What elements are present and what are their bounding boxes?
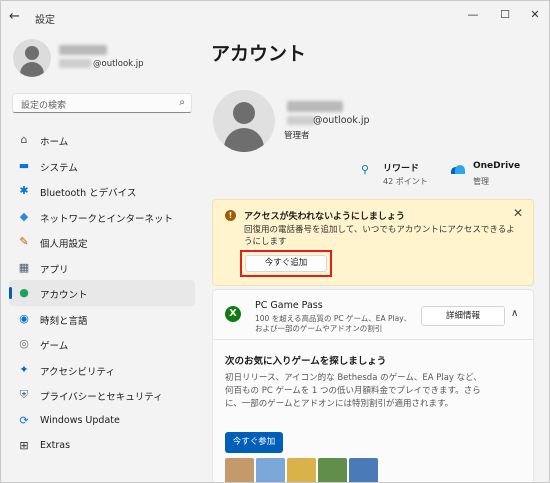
sidebar-item-11[interactable]: ⟳ Windows Update xyxy=(9,408,195,434)
blurred-account-email xyxy=(287,116,315,125)
account-email: @outlook.jp xyxy=(313,115,370,126)
search-icon: ⌕ xyxy=(179,97,185,108)
accessibility-icon: ✦ xyxy=(19,362,29,376)
sidebar-item-12[interactable]: ⊞ Extras xyxy=(9,433,195,459)
user-email: @outlook.jp xyxy=(93,59,144,69)
globe-icon: ◉ xyxy=(19,311,29,325)
back-icon[interactable]: ← xyxy=(9,9,25,25)
sidebar-item-6[interactable]: ● アカウント xyxy=(9,280,195,306)
settings-window: ← 設定 — ☐ ✕ @outlook.jp 設定の検索 ⌕ ⌂ ホーム ▬ システム… xyxy=(0,0,550,483)
avatar xyxy=(13,39,51,77)
selection-indicator xyxy=(9,287,12,299)
account-icon: ● xyxy=(19,286,29,299)
details-button[interactable]: 詳細情報 xyxy=(421,306,505,326)
gamepass-subdesc: 初日リリース、アイコン的な Bethesda のゲーム、EA Play など、何… xyxy=(225,373,482,409)
apps-icon: ▦ xyxy=(18,260,30,274)
sidebar-item-0[interactable]: ⌂ ホーム xyxy=(9,127,195,153)
title-bar: ← 設定 — ☐ ✕ xyxy=(1,1,549,33)
bluetooth-icon: ✱ xyxy=(19,184,29,197)
account-avatar xyxy=(213,90,275,152)
gamepass-card: X PC Game Pass 100 を超える高品質の PC ゲーム、EA Pl… xyxy=(212,289,534,482)
minimize-button[interactable]: — xyxy=(459,5,487,25)
system-icon: ▬ xyxy=(18,158,30,172)
join-now-button[interactable]: 今すぐ参加 xyxy=(225,432,283,453)
shield-icon: ⛨ xyxy=(19,388,29,401)
sidebar-item-3[interactable]: ◆ ネットワークとインターネット xyxy=(9,204,195,230)
blurred-user-name xyxy=(59,45,107,55)
sidebar-item-7[interactable]: ◉ 時刻と言語 xyxy=(9,306,195,332)
close-icon[interactable]: ✕ xyxy=(513,206,523,220)
game-thumbnail[interactable] xyxy=(349,458,378,482)
warning-text: 回復用の電話番号を追加して、いつでもアカウントにアクセスできるようにします xyxy=(244,225,515,247)
blurred-account-name xyxy=(287,101,343,112)
sidebar-nav: ⌂ ホーム ▬ システム ✱ Bluetooth とデバイス ◆ ネットワークとインターネット… xyxy=(9,127,195,459)
brush-icon: ✎ xyxy=(19,235,29,248)
sidebar-item-1[interactable]: ▬ システム xyxy=(9,153,195,179)
chevron-up-icon[interactable]: ∧ xyxy=(511,308,518,319)
game-thumbnail[interactable] xyxy=(287,458,316,482)
highlight-box: 今すぐ追加 xyxy=(240,250,332,277)
onedrive-sub: 管理 xyxy=(473,177,489,186)
sidebar-item-label: アクセシビリティ xyxy=(40,366,115,378)
sidebar-item-5[interactable]: ▦ アプリ xyxy=(9,255,195,281)
cloud-icon xyxy=(449,165,465,175)
gamepass-header[interactable]: X PC Game Pass 100 を超える高品質の PC ゲーム、EA Pl… xyxy=(213,290,533,340)
gamepad-icon: ◎ xyxy=(19,337,29,350)
extras-icon: ⊞ xyxy=(19,439,29,452)
warning-banner: ! アクセスが失われないようにしましょう ✕ 回復用の電話番号を追加して、いつで… xyxy=(212,199,534,286)
sidebar-item-label: システム xyxy=(40,162,78,174)
sidebar-item-label: プライバシーとセキュリティ xyxy=(40,392,163,403)
sidebar-item-label: 時刻と言語 xyxy=(40,315,88,327)
sidebar-item-label: ゲーム xyxy=(40,341,69,352)
add-now-button[interactable]: 今すぐ追加 xyxy=(245,255,327,272)
ribbon-icon: ⚲ xyxy=(361,163,370,176)
home-icon: ⌂ xyxy=(20,133,28,146)
sidebar-item-label: アカウント xyxy=(40,290,88,301)
page-title: アカウント xyxy=(211,43,307,65)
xbox-icon: X xyxy=(225,306,241,322)
game-thumbnail[interactable] xyxy=(318,458,347,482)
sidebar-item-10[interactable]: ⛨ プライバシーとセキュリティ xyxy=(9,382,195,408)
sidebar-item-label: ホーム xyxy=(40,137,69,148)
sidebar-item-9[interactable]: ✦ アクセシビリティ xyxy=(9,357,195,383)
sidebar-item-label: Extras xyxy=(40,440,71,451)
gamepass-title: PC Game Pass xyxy=(255,300,323,311)
app-title: 設定 xyxy=(35,15,55,26)
search-input[interactable]: 設定の検索 ⌕ xyxy=(12,93,192,113)
update-icon: ⟳ xyxy=(19,413,29,427)
game-thumbnail[interactable] xyxy=(225,458,254,482)
search-placeholder: 設定の検索 xyxy=(21,101,67,111)
gamepass-desc: 100 を超える高品質の PC ゲーム、EA Play、および一部のゲームやアド… xyxy=(255,314,412,333)
sidebar-item-8[interactable]: ◎ ゲーム xyxy=(9,331,195,357)
wifi-icon: ◆ xyxy=(19,209,29,223)
sidebar-item-4[interactable]: ✎ 個人用設定 xyxy=(9,229,195,255)
rewards-title: リワード xyxy=(383,164,420,174)
close-button[interactable]: ✕ xyxy=(521,5,549,25)
sidebar-item-label: アプリ xyxy=(40,264,69,276)
account-role: 管理者 xyxy=(284,131,310,141)
gamepass-subtitle: 次のお気に入りゲームを探しましょう xyxy=(225,356,387,367)
warning-title: アクセスが失われないようにしましょう xyxy=(244,212,405,222)
sidebar-item-label: Windows Update xyxy=(40,414,120,426)
sidebar-item-2[interactable]: ✱ Bluetooth とデバイス xyxy=(9,178,195,204)
blurred-email xyxy=(59,59,91,68)
warning-icon: ! xyxy=(225,210,236,221)
onedrive-title: OneDrive xyxy=(473,161,521,171)
sidebar-item-label: Bluetooth とデバイス xyxy=(40,188,137,199)
sidebar-item-label: 個人用設定 xyxy=(40,239,88,250)
sidebar-item-label: ネットワークとインターネット xyxy=(40,213,174,225)
game-thumbnail[interactable] xyxy=(256,458,285,482)
maximize-button[interactable]: ☐ xyxy=(491,5,519,25)
rewards-points: 42 ポイント xyxy=(383,177,428,186)
